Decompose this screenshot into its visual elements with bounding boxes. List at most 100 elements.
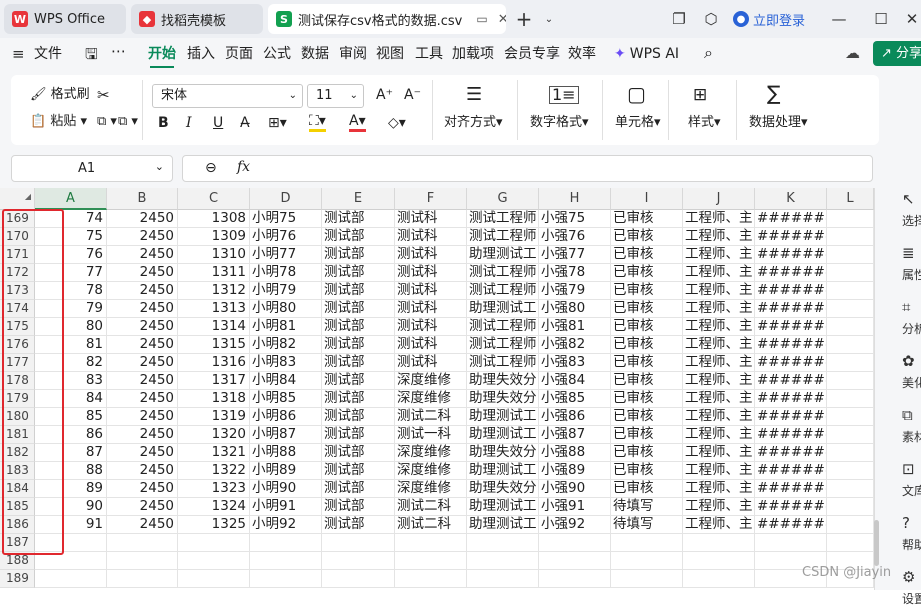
table-cell[interactable]: 测试部	[322, 336, 395, 354]
table-cell[interactable]: 小明82	[250, 336, 322, 354]
table-cell[interactable]: 测试工程师	[467, 282, 539, 300]
table-cell[interactable]: 已审核	[611, 228, 683, 246]
table-cell[interactable]: 测试工程师	[467, 228, 539, 246]
table-cell[interactable]: 小强77	[539, 246, 611, 264]
table-cell[interactable]: 已审核	[611, 264, 683, 282]
table-cell[interactable]	[755, 534, 827, 552]
table-cell[interactable]: 测试工程师	[467, 210, 539, 228]
row-header[interactable]: 189	[0, 570, 35, 588]
table-cell[interactable]	[827, 516, 874, 534]
borders-icon[interactable]: ⊞▾	[268, 114, 287, 132]
menu-item[interactable]: 工具	[415, 44, 443, 64]
table-cell[interactable]: 2450	[107, 246, 178, 264]
table-cell[interactable]: 测试一科	[395, 426, 467, 444]
table-cell[interactable]	[322, 534, 395, 552]
table-cell[interactable]: 工程师、主	[683, 426, 755, 444]
table-cell[interactable]: 待填写	[611, 498, 683, 516]
table-cell[interactable]: 2450	[107, 318, 178, 336]
eraser-icon[interactable]: ◇▾	[388, 114, 406, 132]
right-panel-label[interactable]: 属性	[878, 266, 921, 283]
menu-item[interactable]: 会员专享	[504, 44, 560, 64]
table-cell[interactable]: 测试部	[322, 480, 395, 498]
table-cell[interactable]: 深度维修	[395, 480, 467, 498]
column-header[interactable]: L	[827, 188, 874, 210]
table-cell[interactable]	[683, 570, 755, 588]
table-cell[interactable]	[467, 552, 539, 570]
table-cell[interactable]: #########	[755, 462, 827, 480]
table-cell[interactable]: #########	[755, 372, 827, 390]
table-cell[interactable]: 工程师、主	[683, 498, 755, 516]
hamburger-icon[interactable]: ≡	[12, 45, 25, 63]
table-cell[interactable]: 助理测试工	[467, 462, 539, 480]
menu-item[interactable]: 审阅	[339, 44, 367, 64]
table-cell[interactable]: 2450	[107, 516, 178, 534]
save-icon[interactable]: 🖫	[85, 44, 98, 69]
table-cell[interactable]: 工程师、主	[683, 264, 755, 282]
table-cell[interactable]: #########	[755, 318, 827, 336]
table-cell[interactable]: 测试部	[322, 264, 395, 282]
table-cell[interactable]: #########	[755, 480, 827, 498]
table-cell[interactable]	[539, 534, 611, 552]
table-cell[interactable]: 工程师、主	[683, 516, 755, 534]
right-panel-label[interactable]: 设置	[878, 590, 921, 607]
column-header[interactable]: D	[250, 188, 322, 210]
right-panel-label[interactable]: 帮助	[878, 536, 921, 553]
table-cell[interactable]: 测试工程师	[467, 336, 539, 354]
table-cell[interactable]: 2450	[107, 498, 178, 516]
select-icon[interactable]: ↖	[878, 190, 921, 208]
table-cell[interactable]	[683, 534, 755, 552]
fx-icon[interactable]: fx	[237, 159, 250, 175]
data-process-button[interactable]: 数据处理▾	[749, 114, 808, 132]
table-cell[interactable]	[611, 534, 683, 552]
table-cell[interactable]: 小强83	[539, 354, 611, 372]
table-cell[interactable]: 小强86	[539, 408, 611, 426]
tab-wps-office[interactable]: W WPS Office	[4, 4, 126, 34]
close-window-icon[interactable]: ✕	[903, 10, 921, 28]
table-cell[interactable]: 小强78	[539, 264, 611, 282]
table-cell[interactable]: 测试科	[395, 246, 467, 264]
column-header[interactable]: A	[35, 188, 107, 210]
font-size-select[interactable]: 11 ⌄	[307, 84, 364, 108]
table-cell[interactable]: 已审核	[611, 408, 683, 426]
menu-item[interactable]: 视图	[376, 44, 404, 64]
search-icon[interactable]: ⌕	[704, 43, 713, 63]
right-panel-label[interactable]: 文库	[878, 482, 921, 499]
table-cell[interactable]: 小明79	[250, 282, 322, 300]
table-cell[interactable]: 测试部	[322, 390, 395, 408]
table-cell[interactable]: 已审核	[611, 336, 683, 354]
table-cell[interactable]: 小强76	[539, 228, 611, 246]
table-cell[interactable]: 已审核	[611, 300, 683, 318]
table-cell[interactable]	[107, 534, 178, 552]
table-cell[interactable]: 2450	[107, 354, 178, 372]
table-cell[interactable]	[827, 444, 874, 462]
window-list-icon[interactable]: ❐	[670, 10, 688, 28]
paste-special-button[interactable]: ⧉ ▾	[118, 113, 138, 131]
table-cell[interactable]: 2450	[107, 372, 178, 390]
table-cell[interactable]: 2450	[107, 228, 178, 246]
table-cell[interactable]: 测试部	[322, 282, 395, 300]
table-cell[interactable]	[827, 480, 874, 498]
new-tab-button[interactable]: +	[515, 7, 533, 31]
table-cell[interactable]: 已审核	[611, 318, 683, 336]
table-cell[interactable]: 小明89	[250, 462, 322, 480]
table-cell[interactable]: 待填写	[611, 516, 683, 534]
table-cell[interactable]: 小强82	[539, 336, 611, 354]
table-cell[interactable]	[395, 534, 467, 552]
cloud-icon[interactable]: ☁	[845, 44, 860, 62]
table-cell[interactable]	[467, 534, 539, 552]
table-cell[interactable]: 测试部	[322, 426, 395, 444]
table-cell[interactable]	[250, 570, 322, 588]
table-cell[interactable]: 工程师、主	[683, 408, 755, 426]
tab-csv-file[interactable]: S 测试保存csv格式的数据.csv ▭ ✕	[268, 4, 506, 34]
select-all-corner[interactable]: ◢	[0, 188, 35, 210]
beautify-icon[interactable]: ✿	[878, 352, 921, 370]
right-panel-label[interactable]: 选择	[878, 212, 921, 229]
right-panel-label[interactable]: 美化	[878, 374, 921, 391]
table-cell[interactable]	[827, 300, 874, 318]
column-header[interactable]: K	[755, 188, 827, 210]
table-cell[interactable]: 测试部	[322, 228, 395, 246]
table-cell[interactable]: 1325	[178, 516, 250, 534]
table-cell[interactable]: 1316	[178, 354, 250, 372]
table-cell[interactable]: #########	[755, 210, 827, 228]
table-cell[interactable]: 1314	[178, 318, 250, 336]
